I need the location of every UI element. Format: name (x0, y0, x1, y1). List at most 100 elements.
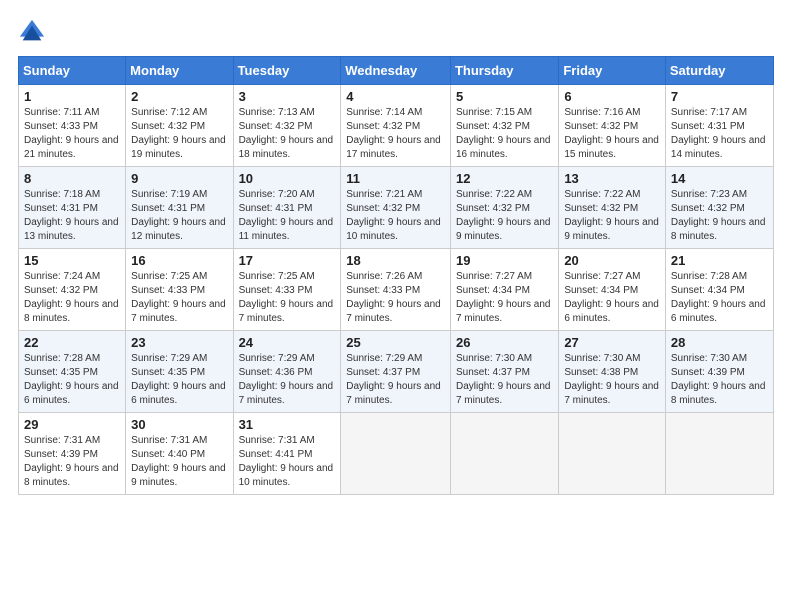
day-info: Sunrise: 7:25 AMSunset: 4:33 PMDaylight:… (239, 271, 334, 324)
calendar-cell (559, 413, 666, 495)
calendar-cell: 19 Sunrise: 7:27 AMSunset: 4:34 PMDayligh… (450, 249, 558, 331)
calendar-cell: 9 Sunrise: 7:19 AMSunset: 4:31 PMDaylight… (126, 167, 233, 249)
calendar-cell: 3 Sunrise: 7:13 AMSunset: 4:32 PMDaylight… (233, 85, 341, 167)
calendar-table: SundayMondayTuesdayWednesdayThursdayFrid… (18, 56, 774, 495)
calendar-cell: 27 Sunrise: 7:30 AMSunset: 4:38 PMDayligh… (559, 331, 666, 413)
day-info: Sunrise: 7:26 AMSunset: 4:33 PMDaylight:… (346, 271, 441, 324)
calendar-cell: 2 Sunrise: 7:12 AMSunset: 4:32 PMDaylight… (126, 85, 233, 167)
calendar-cell (341, 413, 451, 495)
header-day-wednesday: Wednesday (341, 57, 451, 85)
day-number: 6 (564, 89, 660, 104)
calendar-header: SundayMondayTuesdayWednesdayThursdayFrid… (19, 57, 774, 85)
week-row-5: 29 Sunrise: 7:31 AMSunset: 4:39 PMDayligh… (19, 413, 774, 495)
calendar-cell: 31 Sunrise: 7:31 AMSunset: 4:41 PMDayligh… (233, 413, 341, 495)
day-number: 29 (24, 417, 120, 432)
day-info: Sunrise: 7:15 AMSunset: 4:32 PMDaylight:… (456, 107, 551, 160)
day-info: Sunrise: 7:17 AMSunset: 4:31 PMDaylight:… (671, 107, 766, 160)
day-number: 3 (239, 89, 336, 104)
day-info: Sunrise: 7:21 AMSunset: 4:32 PMDaylight:… (346, 189, 441, 242)
header-day-tuesday: Tuesday (233, 57, 341, 85)
calendar-cell: 14 Sunrise: 7:23 AMSunset: 4:32 PMDayligh… (665, 167, 773, 249)
calendar-cell: 22 Sunrise: 7:28 AMSunset: 4:35 PMDayligh… (19, 331, 126, 413)
day-number: 10 (239, 171, 336, 186)
day-number: 26 (456, 335, 553, 350)
day-info: Sunrise: 7:20 AMSunset: 4:31 PMDaylight:… (239, 189, 334, 242)
week-row-2: 8Sunrise: 7:18 AMSunset: 4:31 PMDaylight… (19, 167, 774, 249)
day-number: 5 (456, 89, 553, 104)
calendar-cell: 23 Sunrise: 7:29 AMSunset: 4:35 PMDayligh… (126, 331, 233, 413)
calendar-cell: 17 Sunrise: 7:25 AMSunset: 4:33 PMDayligh… (233, 249, 341, 331)
day-number: 25 (346, 335, 445, 350)
day-number: 21 (671, 253, 768, 268)
day-info: Sunrise: 7:25 AMSunset: 4:33 PMDaylight:… (131, 271, 226, 324)
day-number: 27 (564, 335, 660, 350)
day-info: Sunrise: 7:11 AMSunset: 4:33 PMDaylight:… (24, 107, 119, 160)
header (18, 18, 774, 46)
page: SundayMondayTuesdayWednesdayThursdayFrid… (0, 0, 792, 612)
calendar-cell: 1 Sunrise: 7:11 AMSunset: 4:33 PMDaylight… (19, 85, 126, 167)
day-info: Sunrise: 7:28 AMSunset: 4:35 PMDaylight:… (24, 353, 119, 406)
day-number: 4 (346, 89, 445, 104)
header-day-thursday: Thursday (450, 57, 558, 85)
day-number: 28 (671, 335, 768, 350)
day-info: Sunrise: 7:27 AMSunset: 4:34 PMDaylight:… (456, 271, 551, 324)
day-info: Sunrise: 7:16 AMSunset: 4:32 PMDaylight:… (564, 107, 659, 160)
day-info: Sunrise: 7:27 AMSunset: 4:34 PMDaylight:… (564, 271, 659, 324)
day-number: 14 (671, 171, 768, 186)
day-info: Sunrise: 7:30 AMSunset: 4:37 PMDaylight:… (456, 353, 551, 406)
week-row-1: 1 Sunrise: 7:11 AMSunset: 4:33 PMDaylight… (19, 85, 774, 167)
day-info: Sunrise: 7:14 AMSunset: 4:32 PMDaylight:… (346, 107, 441, 160)
day-info: Sunrise: 7:22 AMSunset: 4:32 PMDaylight:… (564, 189, 659, 242)
day-info: Sunrise: 7:12 AMSunset: 4:32 PMDaylight:… (131, 107, 226, 160)
calendar-cell (450, 413, 558, 495)
calendar-cell: 8Sunrise: 7:18 AMSunset: 4:31 PMDaylight… (19, 167, 126, 249)
header-day-saturday: Saturday (665, 57, 773, 85)
day-number: 24 (239, 335, 336, 350)
logo-icon (18, 18, 46, 46)
calendar-cell: 30Sunrise: 7:31 AMSunset: 4:40 PMDayligh… (126, 413, 233, 495)
calendar-cell: 6 Sunrise: 7:16 AMSunset: 4:32 PMDaylight… (559, 85, 666, 167)
day-info: Sunrise: 7:31 AMSunset: 4:39 PMDaylight:… (24, 435, 119, 488)
calendar-cell: 5 Sunrise: 7:15 AMSunset: 4:32 PMDaylight… (450, 85, 558, 167)
day-number: 19 (456, 253, 553, 268)
calendar-cell: 26 Sunrise: 7:30 AMSunset: 4:37 PMDayligh… (450, 331, 558, 413)
day-number: 23 (131, 335, 227, 350)
calendar-cell: 25 Sunrise: 7:29 AMSunset: 4:37 PMDayligh… (341, 331, 451, 413)
calendar-cell: 13 Sunrise: 7:22 AMSunset: 4:32 PMDayligh… (559, 167, 666, 249)
day-info: Sunrise: 7:23 AMSunset: 4:32 PMDaylight:… (671, 189, 766, 242)
header-day-friday: Friday (559, 57, 666, 85)
header-day-monday: Monday (126, 57, 233, 85)
day-info: Sunrise: 7:29 AMSunset: 4:35 PMDaylight:… (131, 353, 226, 406)
calendar-cell: 28 Sunrise: 7:30 AMSunset: 4:39 PMDayligh… (665, 331, 773, 413)
day-number: 16 (131, 253, 227, 268)
day-info: Sunrise: 7:22 AMSunset: 4:32 PMDaylight:… (456, 189, 551, 242)
day-info: Sunrise: 7:28 AMSunset: 4:34 PMDaylight:… (671, 271, 766, 324)
week-row-3: 15 Sunrise: 7:24 AMSunset: 4:32 PMDayligh… (19, 249, 774, 331)
day-info: Sunrise: 7:29 AMSunset: 4:36 PMDaylight:… (239, 353, 334, 406)
day-number: 12 (456, 171, 553, 186)
day-number: 9 (131, 171, 227, 186)
day-number: 30 (131, 417, 227, 432)
day-number: 15 (24, 253, 120, 268)
week-row-4: 22 Sunrise: 7:28 AMSunset: 4:35 PMDayligh… (19, 331, 774, 413)
day-number: 17 (239, 253, 336, 268)
day-info: Sunrise: 7:13 AMSunset: 4:32 PMDaylight:… (239, 107, 334, 160)
day-info: Sunrise: 7:30 AMSunset: 4:38 PMDaylight:… (564, 353, 659, 406)
day-info: Sunrise: 7:29 AMSunset: 4:37 PMDaylight:… (346, 353, 441, 406)
calendar-cell: 21 Sunrise: 7:28 AMSunset: 4:34 PMDayligh… (665, 249, 773, 331)
calendar-cell: 12 Sunrise: 7:22 AMSunset: 4:32 PMDayligh… (450, 167, 558, 249)
day-number: 1 (24, 89, 120, 104)
day-info: Sunrise: 7:19 AMSunset: 4:31 PMDaylight:… (131, 189, 226, 242)
day-number: 31 (239, 417, 336, 432)
day-number: 11 (346, 171, 445, 186)
day-info: Sunrise: 7:24 AMSunset: 4:32 PMDaylight:… (24, 271, 119, 324)
calendar-cell: 16 Sunrise: 7:25 AMSunset: 4:33 PMDayligh… (126, 249, 233, 331)
day-number: 13 (564, 171, 660, 186)
day-number: 8 (24, 171, 120, 186)
day-info: Sunrise: 7:30 AMSunset: 4:39 PMDaylight:… (671, 353, 766, 406)
calendar-cell: 4 Sunrise: 7:14 AMSunset: 4:32 PMDaylight… (341, 85, 451, 167)
calendar-cell: 18Sunrise: 7:26 AMSunset: 4:33 PMDayligh… (341, 249, 451, 331)
day-info: Sunrise: 7:31 AMSunset: 4:41 PMDaylight:… (239, 435, 334, 488)
day-number: 22 (24, 335, 120, 350)
day-number: 2 (131, 89, 227, 104)
